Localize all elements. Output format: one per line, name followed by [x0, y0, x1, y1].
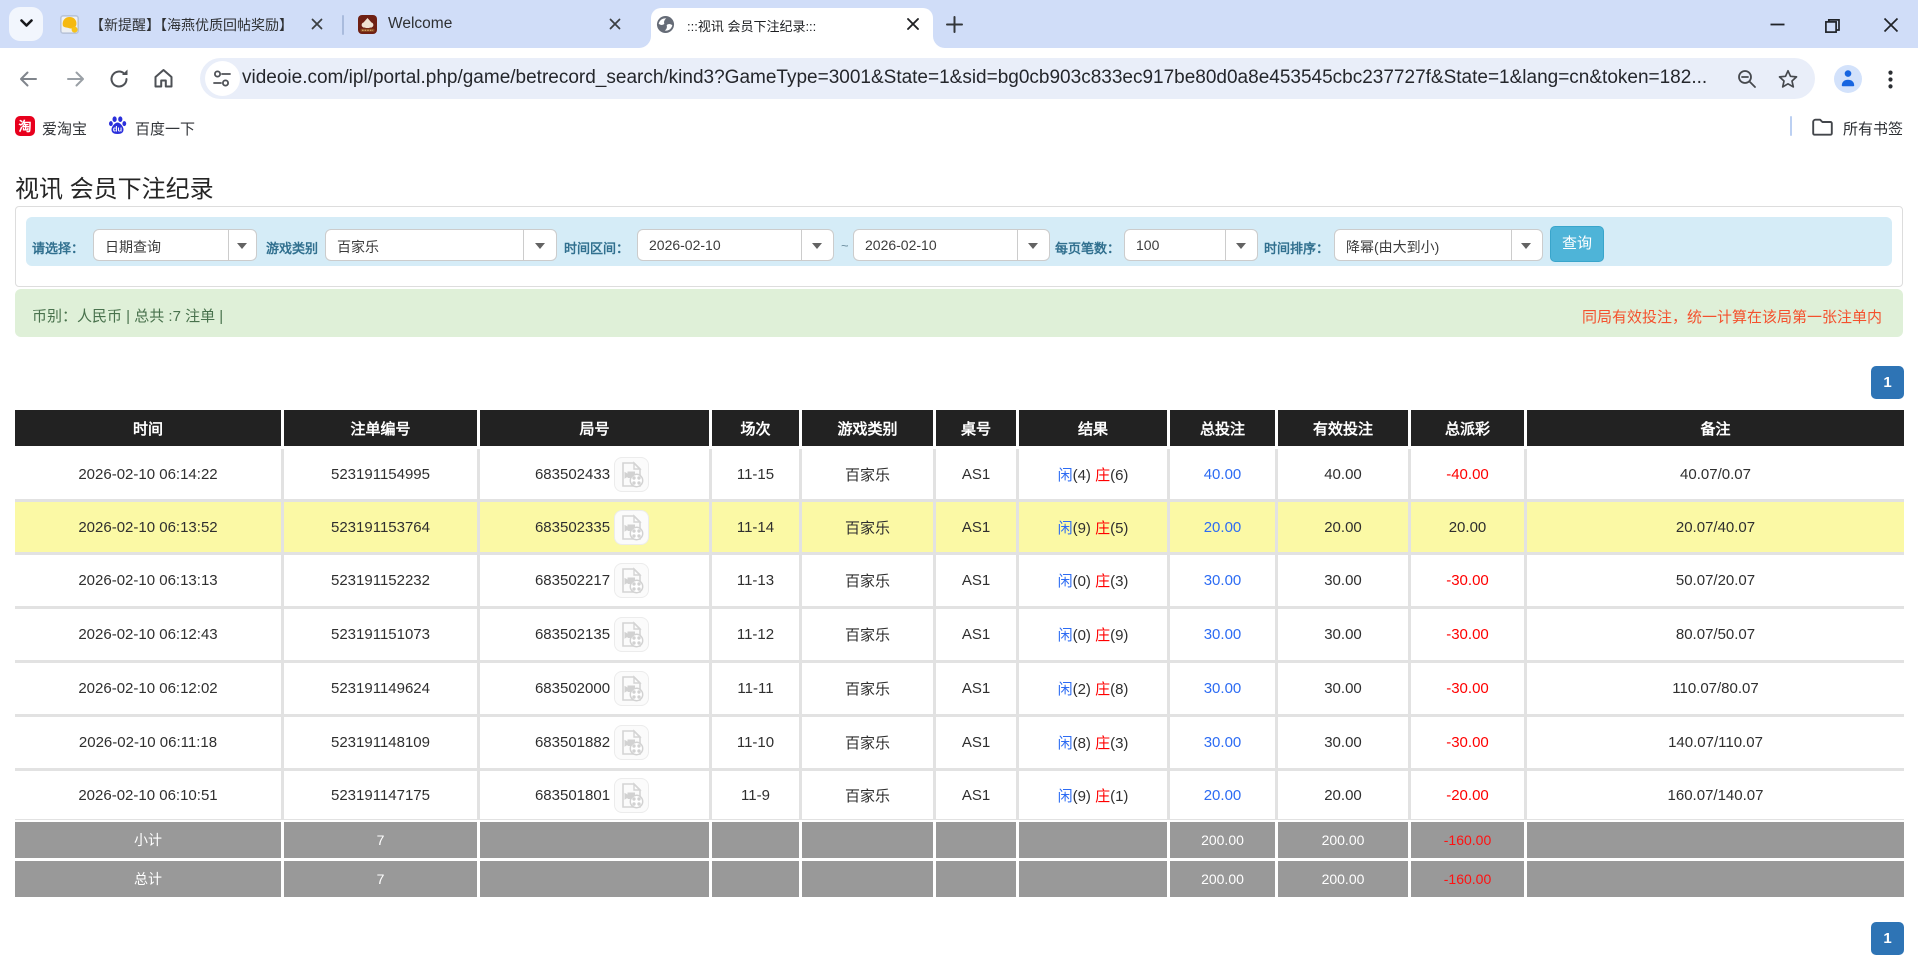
svg-text:du: du	[113, 125, 123, 134]
